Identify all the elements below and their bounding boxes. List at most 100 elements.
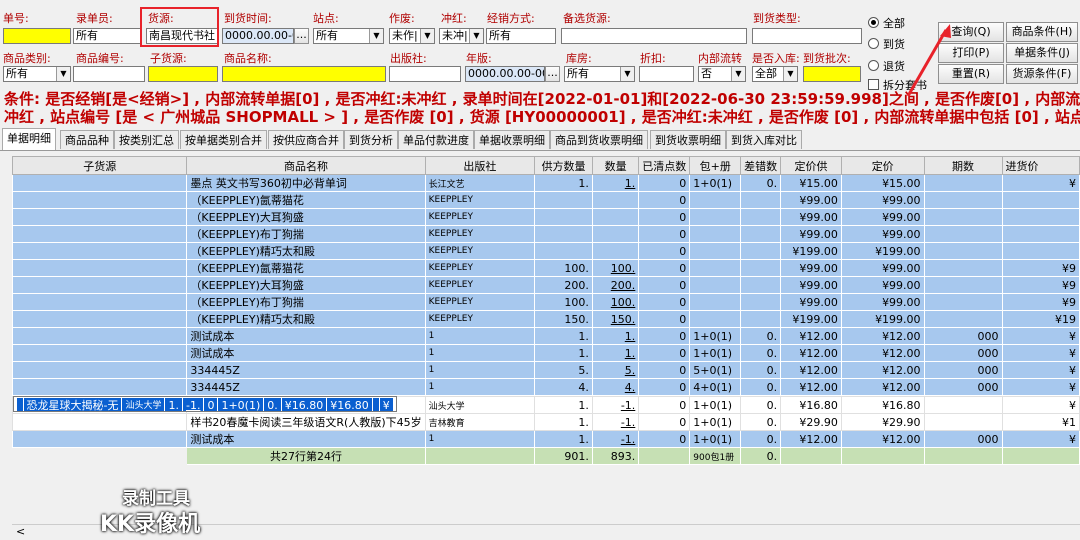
table-row[interactable]: 墨点 英文书写360初中必背单词 长江文艺 1. 1. 0 1+0(1) 0. ¥15.00 ¥… bbox=[11, 174, 1080, 192]
cell-name: 测试成本 bbox=[186, 344, 426, 362]
cell-price: ¥199.00 bbox=[840, 310, 925, 328]
cell-period: 000 bbox=[923, 344, 1003, 362]
tab-arrival-invoice-detail[interactable]: 到货收票明细 bbox=[650, 130, 726, 149]
recorder-input[interactable]: 所有 bbox=[73, 28, 141, 44]
year-input[interactable]: 0000.00.00-00 bbox=[465, 66, 545, 82]
publisher-input[interactable] bbox=[389, 66, 461, 82]
product-name-input[interactable] bbox=[222, 66, 386, 82]
cell-pub: KEEPPLEY bbox=[424, 310, 536, 328]
tab-product-variety[interactable]: 商品品种 bbox=[60, 130, 114, 149]
sub-supplier-input[interactable] bbox=[148, 66, 218, 82]
tab-product-arrival-invoice-detail[interactable]: 商品到货收票明细 bbox=[550, 130, 648, 149]
cell-sub bbox=[11, 225, 188, 243]
year-picker-button[interactable]: ... bbox=[545, 66, 560, 82]
cell-err bbox=[740, 242, 782, 260]
chevron-down-icon: ▼ bbox=[56, 67, 70, 81]
cell-pub: 1 bbox=[424, 378, 536, 396]
cell-pack: 1+0(1) bbox=[689, 327, 742, 345]
column-header[interactable]: 定价 bbox=[840, 156, 925, 175]
cell-pack bbox=[689, 225, 742, 243]
table-row[interactable]: 334445Z 1 4. 4. 0 4+0(1) 0. ¥12.00 ¥12.00 000 ¥ bbox=[11, 378, 1080, 396]
tab-item-payment-progress[interactable]: 单品付款进度 bbox=[398, 130, 474, 149]
column-header[interactable]: 期数 bbox=[923, 156, 1003, 175]
product-conditions-button[interactable]: 商品条件(H) bbox=[1006, 22, 1078, 42]
cell-period bbox=[923, 242, 1003, 260]
cell-price_sup: ¥99.00 bbox=[780, 259, 842, 277]
table-row[interactable]: （KEEPPLEY)氤蒂猫花 KEEPPLEY 100. 100. 0 ¥99.00 ¥99… bbox=[11, 259, 1080, 277]
arrival-time-picker-button[interactable]: ... bbox=[294, 28, 309, 44]
column-header[interactable]: 进货价 bbox=[1001, 156, 1080, 175]
cell-price_sup: ¥12.00 bbox=[780, 430, 842, 448]
cell-supply: 1. bbox=[534, 174, 593, 192]
warehouse-label: 库房: bbox=[566, 52, 592, 65]
cell-qty: 100. bbox=[591, 259, 640, 277]
column-header[interactable]: 子货源 bbox=[11, 156, 188, 175]
document-conditions-button[interactable]: 单据条件(J) bbox=[1006, 43, 1078, 63]
cell-err: 0. bbox=[740, 430, 782, 448]
table-row[interactable]: （KEEPPLEY)精巧太和殿 KEEPPLEY 0 ¥199.00 ¥199.00 bbox=[11, 242, 1080, 260]
sale-mode-input[interactable]: 所有 bbox=[486, 28, 556, 44]
table-row[interactable]: 334445Z 1 5. 5. 0 5+0(1) 0. ¥12.00 ¥12.00 000 ¥ bbox=[11, 361, 1080, 379]
batch-input[interactable] bbox=[803, 66, 861, 82]
footer-cell bbox=[638, 447, 691, 465]
arrival-type-input[interactable] bbox=[752, 28, 862, 44]
column-header[interactable]: 供方数量 bbox=[534, 156, 593, 175]
warehouse-select[interactable]: 所有 ▼ bbox=[564, 66, 635, 82]
column-header[interactable]: 已清点数 bbox=[638, 156, 691, 175]
cell-pub: KEEPPLEY bbox=[424, 225, 536, 243]
cell-price_sup: ¥12.00 bbox=[780, 327, 842, 345]
arrival-time-input[interactable]: 0000.00.00-00 bbox=[222, 28, 294, 44]
table-row[interactable]: （KEEPPLEY)氤蒂猫花 KEEPPLEY 0 ¥99.00 ¥99.00 bbox=[11, 191, 1080, 209]
table-row[interactable]: （KEEPPLEY)布丁狗揣 KEEPPLEY 0 ¥99.00 ¥99.00 bbox=[11, 225, 1080, 243]
in-stock-select[interactable]: 全部 ▼ bbox=[752, 66, 798, 82]
table-row[interactable]: （KEEPPLEY)大耳狗盛 KEEPPLEY 200. 200. 0 ¥99.00 ¥99… bbox=[11, 276, 1080, 294]
tab-arrival-stock-compare[interactable]: 到货入库对比 bbox=[726, 130, 802, 149]
cell-pub: 长江文艺 bbox=[424, 174, 536, 192]
station-select[interactable]: 所有 ▼ bbox=[313, 28, 384, 44]
product-category-select[interactable]: 所有 ▼ bbox=[3, 66, 71, 82]
table-row[interactable]: 测试成本 1 1. 1. 0 1+0(1) 0. ¥12.00 ¥12.00 000 ¥ bbox=[11, 327, 1080, 345]
order-no-input[interactable] bbox=[3, 28, 71, 44]
alt-supplier-input[interactable] bbox=[561, 28, 747, 44]
product-category-select-value: 所有 bbox=[6, 67, 28, 80]
table-row[interactable]: （KEEPPLEY)布丁狗揣 KEEPPLEY 100. 100. 0 ¥99.00 ¥99… bbox=[11, 293, 1080, 311]
table-row[interactable]: （KEEPPLEY)精巧太和殿 KEEPPLEY 150. 150. 0 ¥199.00 ¥… bbox=[11, 310, 1080, 328]
reverse-select[interactable]: 未冲| ▼ bbox=[439, 28, 484, 44]
tab-arrival-analysis[interactable]: 到货分析 bbox=[344, 130, 398, 149]
in-stock-select-value: 全部 bbox=[755, 67, 777, 80]
tab-merge-by-doc-category[interactable]: 按单据类别合并 bbox=[180, 130, 267, 149]
footer-cell bbox=[424, 447, 536, 465]
cell-counted: 0 bbox=[638, 242, 691, 260]
cell-supply: 1. bbox=[534, 430, 593, 448]
cell-counted: 0 bbox=[203, 397, 219, 411]
chevron-down-icon: ▼ bbox=[369, 29, 383, 43]
table-row[interactable]: 测试成本 1 1. 1. 0 1+0(1) 0. ¥12.00 ¥12.00 000 ¥ bbox=[11, 344, 1080, 362]
table-row[interactable]: 恐龙星球大揭秘-无 汕头大学 1. -1. 0 1+0(1) 0. ¥16.80 ¥16.80 ¥ bbox=[12, 396, 397, 412]
table-row[interactable]: 样书20春魔卡阅读三年级语文R(人教版)下45岁 吉林教育 1. -1. 0 1+0(1)… bbox=[11, 413, 1080, 431]
annotation-arrow-icon bbox=[906, 24, 951, 97]
internal-transfer-select[interactable]: 否 ▼ bbox=[698, 66, 746, 82]
table-row[interactable]: 测试成本 1 1. -1. 0 1+0(1) 0. ¥12.00 ¥12.00 000 ¥ bbox=[11, 430, 1080, 448]
column-header[interactable]: 数量 bbox=[591, 156, 640, 175]
column-header[interactable]: 定价供 bbox=[780, 156, 842, 175]
cell-err bbox=[740, 225, 782, 243]
cell-sub bbox=[11, 310, 188, 328]
source-conditions-button[interactable]: 货源条件(F) bbox=[1006, 64, 1078, 84]
column-header[interactable]: 差错数 bbox=[740, 156, 782, 175]
column-header[interactable]: 出版社 bbox=[424, 156, 536, 175]
tab-document-detail[interactable]: 单据明细 bbox=[2, 128, 56, 150]
scroll-left-arrow-icon[interactable]: < bbox=[16, 525, 25, 538]
tab-category-summary[interactable]: 按类别汇总 bbox=[114, 130, 179, 149]
cell-err: 0. bbox=[740, 327, 782, 345]
column-header[interactable]: 包+册 bbox=[689, 156, 742, 175]
product-code-input[interactable] bbox=[73, 66, 145, 82]
discount-input[interactable] bbox=[639, 66, 694, 82]
column-header[interactable]: 商品名称 bbox=[186, 156, 426, 175]
discount-label: 折扣: bbox=[640, 52, 666, 65]
void-select[interactable]: 未作| ▼ bbox=[389, 28, 435, 44]
tab-doc-invoice-detail[interactable]: 单据收票明细 bbox=[474, 130, 550, 149]
cell-price_sup: ¥12.00 bbox=[780, 378, 842, 396]
tab-merge-by-supplier[interactable]: 按供应商合并 bbox=[268, 130, 344, 149]
table-row[interactable]: （KEEPPLEY)大耳狗盛 KEEPPLEY 0 ¥99.00 ¥99.00 bbox=[11, 208, 1080, 226]
cell-period bbox=[371, 397, 380, 411]
